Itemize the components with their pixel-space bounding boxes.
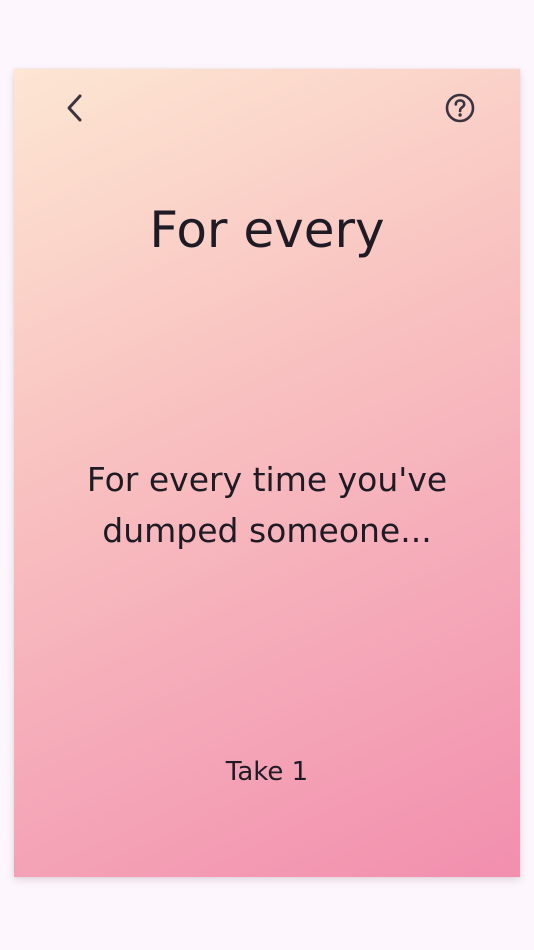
game-card: For every For every time you've dumped s… (14, 69, 520, 877)
question-circle-icon (445, 93, 475, 123)
back-button[interactable] (58, 91, 92, 125)
take-action-label[interactable]: Take 1 (14, 757, 520, 787)
chevron-left-icon (67, 94, 82, 122)
help-button[interactable] (442, 90, 478, 126)
card-title: For every (149, 201, 385, 259)
card-prompt: For every time you've dumped someone... (86, 460, 448, 550)
